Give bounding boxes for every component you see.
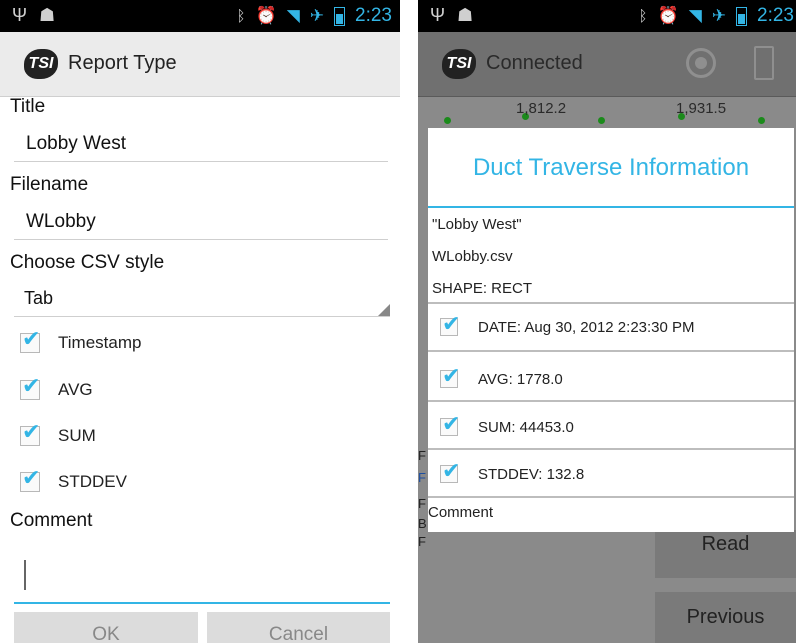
comment-label: Comment [428, 504, 494, 521]
checkbox-box: ✔ [20, 328, 40, 353]
reading-value: 1,931.5 [676, 100, 727, 117]
tsi-logo-icon: TSI [24, 49, 58, 79]
battery-icon [334, 6, 346, 26]
traverse-info-dialog: Duct Traverse Information "Lobby West" W… [428, 128, 794, 532]
traverse-shape: SHAPE: RECT [432, 280, 533, 297]
status-time: 2:23 [757, 5, 794, 26]
avg-label: AVG: 1778.0 [478, 370, 563, 388]
background-readings: 1,812.2 1,931.5 [418, 97, 796, 130]
wifi-icon: ◥ [688, 6, 702, 25]
bluetooth-icon: ᛒ [638, 7, 648, 25]
reading-dot [758, 117, 765, 124]
checkmark-icon: ✔ [442, 411, 461, 436]
checkmark-icon: ✔ [442, 311, 461, 336]
sum-label: SUM: 44453.0 [478, 418, 574, 436]
reading-dot [598, 117, 605, 124]
checkmark-icon: ✔ [22, 373, 41, 398]
filename-label: Filename [10, 174, 89, 195]
checkmark-icon: ✔ [22, 326, 41, 351]
checkbox-box: ✔ [440, 313, 460, 336]
report-type-screen: Ψ ☗ ᛒ ⏰ ◥ ✈ 2:23 TSI Report Type Title Fi… [0, 0, 400, 643]
text-cursor [24, 560, 26, 590]
bluetooth-icon: ᛒ [236, 7, 246, 25]
usb-icon: Ψ [12, 5, 28, 25]
action-bar: TSI Report Type [0, 32, 400, 97]
checkbox-box: ✔ [440, 365, 460, 388]
status-bar: Ψ ☗ ᛒ ⏰ ◥ ✈ 2:23 [0, 0, 400, 32]
comment-label: Comment [10, 510, 93, 531]
sum-checkbox[interactable]: ✔ SUM [20, 421, 96, 451]
alarm-icon: ⏰ [255, 6, 277, 25]
sum-label: SUM [58, 426, 96, 445]
title-label: Title [10, 96, 46, 117]
filename-input[interactable] [14, 204, 388, 240]
avg-checkbox[interactable]: ✔ AVG: 1778.0 [440, 364, 563, 394]
reading-value: 1,812.2 [516, 100, 567, 117]
action-bar: TSI Connected [418, 32, 796, 97]
csv-style-value: Tab [24, 288, 54, 308]
airplane-icon: ✈ [711, 6, 727, 25]
usb-icon: Ψ [430, 5, 446, 25]
stddev-label: STDDEV: 132.8 [478, 465, 585, 483]
timestamp-label: Timestamp [58, 333, 142, 352]
action-bar-title: Report Type [68, 52, 177, 74]
timestamp-checkbox[interactable]: ✔ Timestamp [20, 328, 141, 358]
checkbox-box: ✔ [440, 460, 460, 483]
dialog-title: Duct Traverse Information [428, 128, 794, 208]
reading-dot [444, 117, 451, 124]
avg-label: AVG [58, 380, 93, 399]
csv-style-label: Choose CSV style [10, 252, 165, 273]
date-checkbox[interactable]: ✔ DATE: Aug 30, 2012 2:23:30 PM [440, 312, 695, 342]
traverse-name: "Lobby West" [432, 216, 522, 233]
airplane-icon: ✈ [309, 6, 325, 25]
cancel-button[interactable]: Cancel [207, 612, 390, 643]
checkmark-icon: ✔ [442, 363, 461, 388]
avg-checkbox[interactable]: ✔ AVG [20, 375, 93, 405]
csv-style-spinner[interactable]: Tab [14, 282, 390, 317]
stddev-checkbox[interactable]: ✔ STDDEV [20, 467, 127, 497]
android-debug-icon: ☗ [457, 5, 474, 25]
status-bar: Ψ ☗ ᛒ ⏰ ◥ ✈ 2:23 [418, 0, 796, 32]
checkbox-box: ✔ [20, 421, 40, 446]
checkbox-box: ✔ [20, 467, 40, 492]
stddev-checkbox[interactable]: ✔ STDDEV: 132.8 [440, 459, 584, 489]
alarm-icon: ⏰ [657, 6, 679, 25]
checkmark-icon: ✔ [22, 419, 41, 444]
battery-icon [736, 6, 748, 26]
checkbox-box: ✔ [20, 375, 40, 400]
target-icon[interactable] [686, 48, 716, 78]
comment-input[interactable] [14, 552, 390, 604]
checkmark-icon: ✔ [22, 465, 41, 490]
device-icon[interactable] [754, 46, 774, 80]
title-input[interactable] [14, 126, 388, 162]
checkmark-icon: ✔ [442, 458, 461, 483]
android-debug-icon: ☗ [39, 5, 56, 25]
sum-checkbox[interactable]: ✔ SUM: 44453.0 [440, 412, 574, 442]
date-label: DATE: Aug 30, 2012 2:23:30 PM [478, 318, 695, 336]
spinner-arrow-icon [378, 304, 390, 316]
stddev-label: STDDEV [58, 472, 127, 491]
wifi-icon: ◥ [286, 6, 300, 25]
previous-button[interactable]: Previous [655, 592, 796, 643]
traverse-info-screen: Ψ ☗ ᛒ ⏰ ◥ ✈ 2:23 TSI Connected 1,812.2 1,… [418, 0, 796, 643]
tsi-logo-icon: TSI [442, 49, 476, 79]
status-time: 2:23 [355, 5, 392, 26]
traverse-file: WLobby.csv [432, 248, 513, 265]
read-button[interactable]: Read [655, 530, 796, 578]
checkbox-box: ✔ [440, 413, 460, 436]
action-bar-title: Connected [486, 52, 583, 74]
ok-button[interactable]: OK [14, 612, 198, 643]
